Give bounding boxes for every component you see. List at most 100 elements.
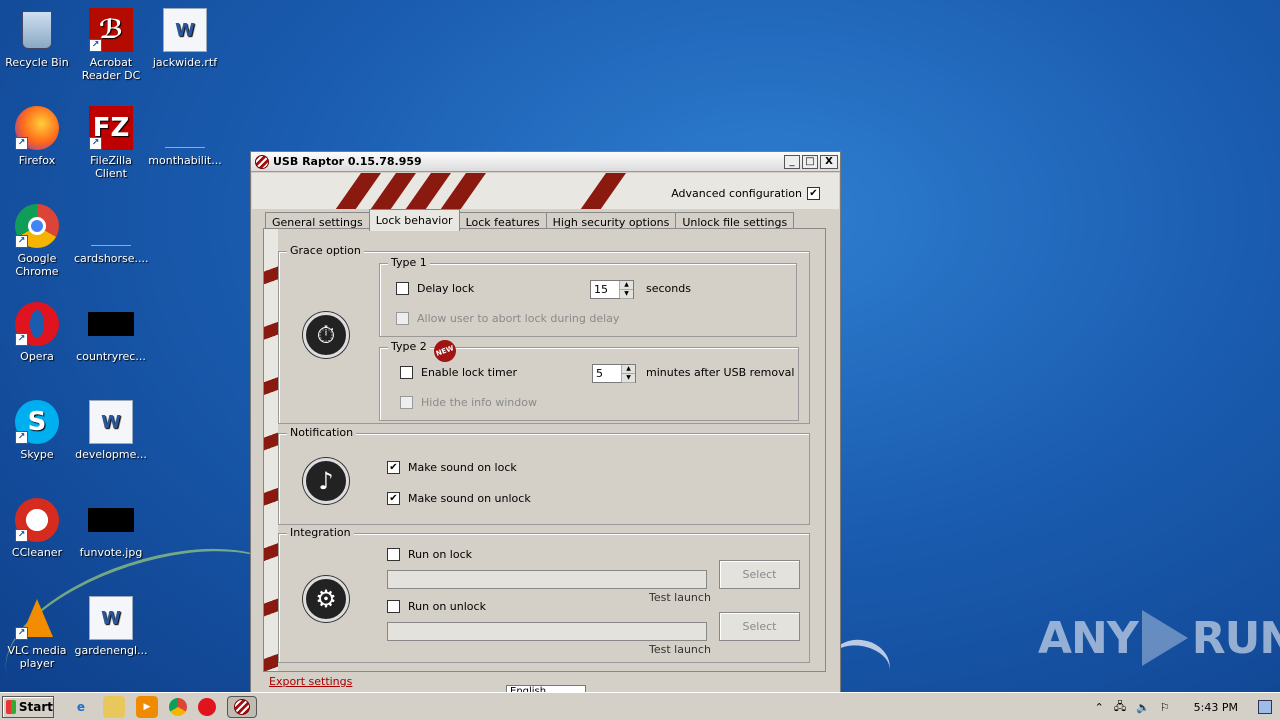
desktop-icon-firefox[interactable]: ↗ Firefox	[0, 106, 74, 167]
enable-lock-timer-label: Enable lock timer	[421, 366, 518, 379]
opera-taskbar-icon[interactable]	[198, 697, 216, 716]
taskbar: Start e ▶ ⌃ 🖧 🔈 ⚐ 5:43 PM	[0, 692, 1280, 720]
enable-lock-timer-option[interactable]: Enable lock timer	[400, 366, 517, 379]
delay-seconds-stepper[interactable]: ▲▼	[590, 280, 634, 299]
stepper-down-icon[interactable]: ▼	[620, 290, 633, 299]
desktop-icon-filezilla[interactable]: FZ ↗ FileZilla Client	[74, 106, 148, 180]
blank-file-icon	[89, 204, 133, 248]
advanced-configuration-option[interactable]: Advanced configuration ✔	[671, 187, 820, 200]
window-title: USB Raptor 0.15.78.959	[273, 155, 422, 168]
run-on-lock-select-button[interactable]: Select	[719, 560, 800, 589]
desktop-icon-gardenengl[interactable]: W gardenengl...	[74, 596, 148, 657]
word-doc-icon: W	[163, 8, 207, 52]
run-on-lock-test-launch-link[interactable]: Test launch	[649, 591, 711, 604]
advanced-configuration-checkbox[interactable]: ✔	[807, 187, 820, 200]
internet-explorer-icon[interactable]: e	[70, 696, 92, 718]
desktop-icon-countryrec[interactable]: countryrec...	[74, 302, 148, 363]
desktop-icon-recycle-bin[interactable]: Recycle Bin	[0, 8, 74, 69]
desktop-icon-opera[interactable]: ↗ Opera	[0, 302, 74, 363]
word-doc-icon: W	[89, 596, 133, 640]
desktop-icon-label: Skype	[20, 448, 54, 461]
run-on-unlock-path-field[interactable]	[387, 622, 707, 641]
black-thumbnail-icon	[88, 312, 134, 336]
desktop-icon-jackwide[interactable]: W jackwide.rtf	[148, 8, 222, 69]
file-explorer-icon[interactable]	[103, 695, 125, 718]
desktop-icon-funvote[interactable]: funvote.jpg	[74, 498, 148, 559]
maximize-button[interactable]: □	[802, 154, 818, 169]
desktop-icon-cardshorse[interactable]: cardshorse....	[74, 204, 149, 265]
desktop-icon-ccleaner[interactable]: ↗ CCleaner	[0, 498, 74, 559]
timer-minutes-input[interactable]	[593, 365, 621, 382]
desktop-icon-chrome[interactable]: ↗ Google Chrome	[0, 204, 74, 278]
run-on-lock-checkbox[interactable]	[387, 548, 400, 561]
new-badge: NEW	[430, 336, 460, 366]
desktop-icon-label: Opera	[20, 350, 54, 363]
sound-on-unlock-option[interactable]: ✔ Make sound on unlock	[387, 492, 531, 505]
black-thumbnail-icon	[88, 508, 134, 532]
desktop-icon-label: Google Chrome	[15, 252, 59, 278]
usb-raptor-window: USB Raptor 0.15.78.959 _ □ X Advanced co…	[250, 151, 841, 697]
delay-lock-checkbox[interactable]	[396, 282, 409, 295]
integration-group: Integration ⚙ Run on lock Select Test la…	[278, 526, 810, 663]
timer-minutes-stepper[interactable]: ▲▼	[592, 364, 636, 383]
run-on-unlock-test-launch-link[interactable]: Test launch	[649, 643, 711, 656]
sound-on-lock-checkbox[interactable]: ✔	[387, 461, 400, 474]
stepper-up-icon[interactable]: ▲	[620, 281, 633, 290]
clock[interactable]: 5:43 PM	[1194, 701, 1238, 714]
desktop-icon-monthability[interactable]: monthabilit...	[148, 106, 222, 167]
desktop-icon-label: Firefox	[18, 154, 56, 167]
sound-on-lock-option[interactable]: ✔ Make sound on lock	[387, 461, 517, 474]
media-player-icon[interactable]: ▶	[136, 695, 158, 718]
run-on-unlock-checkbox[interactable]	[387, 600, 400, 613]
run-on-unlock-option[interactable]: Run on unlock	[387, 600, 486, 613]
play-icon	[1141, 610, 1188, 666]
run-on-lock-path-field[interactable]	[387, 570, 707, 589]
hide-info-window-checkbox[interactable]	[400, 396, 413, 409]
stepper-up-icon[interactable]: ▲	[622, 365, 635, 374]
network-icon[interactable]: 🖧	[1114, 698, 1126, 717]
export-settings-link[interactable]: Export settings	[269, 675, 352, 688]
desktop-icon-vlc[interactable]: ↗ VLC media player	[0, 596, 74, 670]
desktop-icon-label: monthabilit...	[148, 154, 222, 167]
chrome-taskbar-icon[interactable]	[169, 697, 187, 716]
run-on-lock-option[interactable]: Run on lock	[387, 548, 472, 561]
hide-info-window-option[interactable]: Hide the info window	[400, 396, 537, 409]
start-label: Start	[18, 699, 53, 714]
run-on-unlock-select-button[interactable]: Select	[719, 612, 800, 641]
panel-decoration	[264, 229, 278, 671]
allow-abort-option[interactable]: Allow user to abort lock during delay	[396, 312, 619, 325]
usb-raptor-taskbar-icon[interactable]	[227, 695, 257, 718]
desktop-icon-label: CCleaner	[11, 546, 63, 559]
integration-label: Integration	[287, 526, 354, 539]
show-hidden-icons-icon[interactable]: ⌃	[1095, 701, 1104, 714]
vlc-icon: ↗	[15, 596, 59, 640]
action-center-flag-icon[interactable]: ⚐	[1160, 701, 1170, 714]
desktop-icon-acrobat[interactable]: ℬ ↗ Acrobat Reader DC	[74, 8, 148, 82]
allow-abort-label: Allow user to abort lock during delay	[417, 312, 620, 325]
desktop-icon-development[interactable]: W developme...	[74, 400, 148, 461]
recycle-bin-icon	[15, 8, 59, 52]
sound-on-unlock-checkbox[interactable]: ✔	[387, 492, 400, 505]
stepper-down-icon[interactable]: ▼	[622, 374, 635, 383]
system-tray: ⌃ 🖧 🔈 ⚐ 5:43 PM	[1095, 693, 1280, 720]
allow-abort-checkbox[interactable]	[396, 312, 409, 325]
chrome-icon: ↗	[15, 204, 59, 248]
desktop-icon-label: jackwide.rtf	[152, 56, 218, 69]
anyrun-watermark: ANY RUN	[1038, 610, 1280, 666]
volume-icon[interactable]: 🔈	[1136, 701, 1150, 714]
tab-lock-behavior[interactable]: Lock behavior	[368, 209, 460, 231]
delay-lock-option[interactable]: Delay lock	[396, 282, 474, 295]
desktop-icon-label: VLC media player	[7, 644, 67, 670]
desktop-icon-label: funvote.jpg	[79, 546, 143, 559]
show-desktop-icon[interactable]	[1258, 700, 1272, 714]
delay-seconds-input[interactable]	[591, 281, 619, 298]
start-button[interactable]: Start	[2, 695, 54, 718]
close-button[interactable]: X	[820, 154, 838, 169]
window-titlebar[interactable]: USB Raptor 0.15.78.959 _ □ X	[251, 152, 840, 172]
enable-lock-timer-checkbox[interactable]	[400, 366, 413, 379]
desktop-icon-skype[interactable]: S ↗ Skype	[0, 400, 74, 461]
minimize-button[interactable]: _	[784, 154, 800, 169]
acrobat-icon: ℬ ↗	[89, 8, 133, 52]
desktop-icon-label: countryrec...	[76, 350, 146, 363]
stopwatch-icon: ⏱	[303, 312, 349, 358]
